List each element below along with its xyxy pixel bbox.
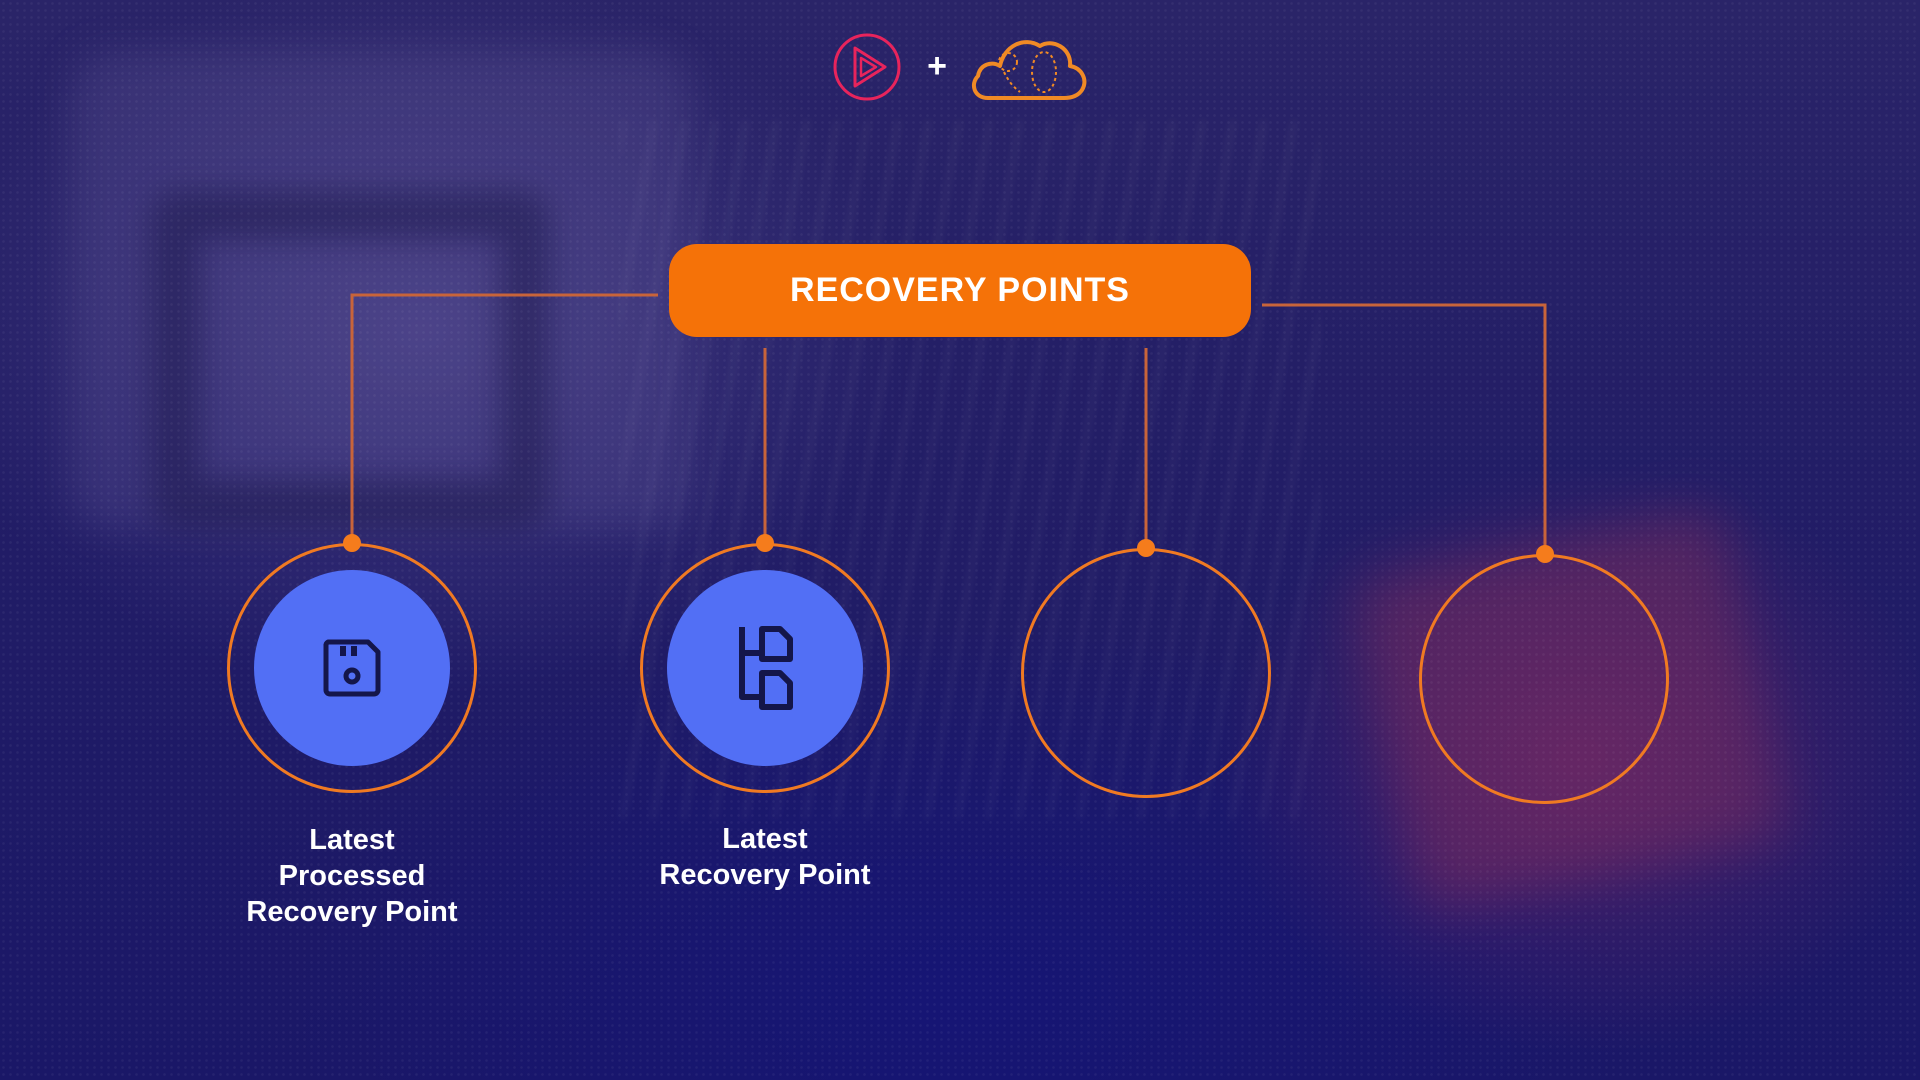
recovery-points-title: RECOVERY POINTS (669, 244, 1251, 337)
connector-line-1 (350, 293, 658, 542)
recovery-node-2-connector-dot (756, 534, 774, 552)
recovery-node-1-fill (254, 570, 450, 766)
recovery-node-3 (1021, 548, 1271, 798)
floppy-disk-icon (323, 639, 381, 697)
branching-documents-icon (739, 626, 793, 710)
recovery-node-1 (227, 543, 477, 793)
recovery-node-1-label: Latest Processed Recovery Point (192, 822, 512, 930)
recovery-node-4 (1419, 554, 1669, 804)
recovery-node-3-connector-dot (1137, 539, 1155, 557)
recovery-node-2 (640, 543, 890, 793)
connector-line-4 (1262, 303, 1547, 553)
label-line: Recovery Point (246, 896, 458, 928)
label-line: Processed (278, 860, 426, 892)
recovery-node-1-connector-dot (343, 534, 361, 552)
recovery-node-2-label: Latest Recovery Point (605, 821, 925, 893)
label-line: Latest (309, 824, 395, 856)
recovery-node-2-fill (667, 570, 863, 766)
recovery-node-4-connector-dot (1536, 545, 1554, 563)
label-line: Latest (722, 823, 808, 855)
label-line: Recovery Point (659, 859, 871, 891)
